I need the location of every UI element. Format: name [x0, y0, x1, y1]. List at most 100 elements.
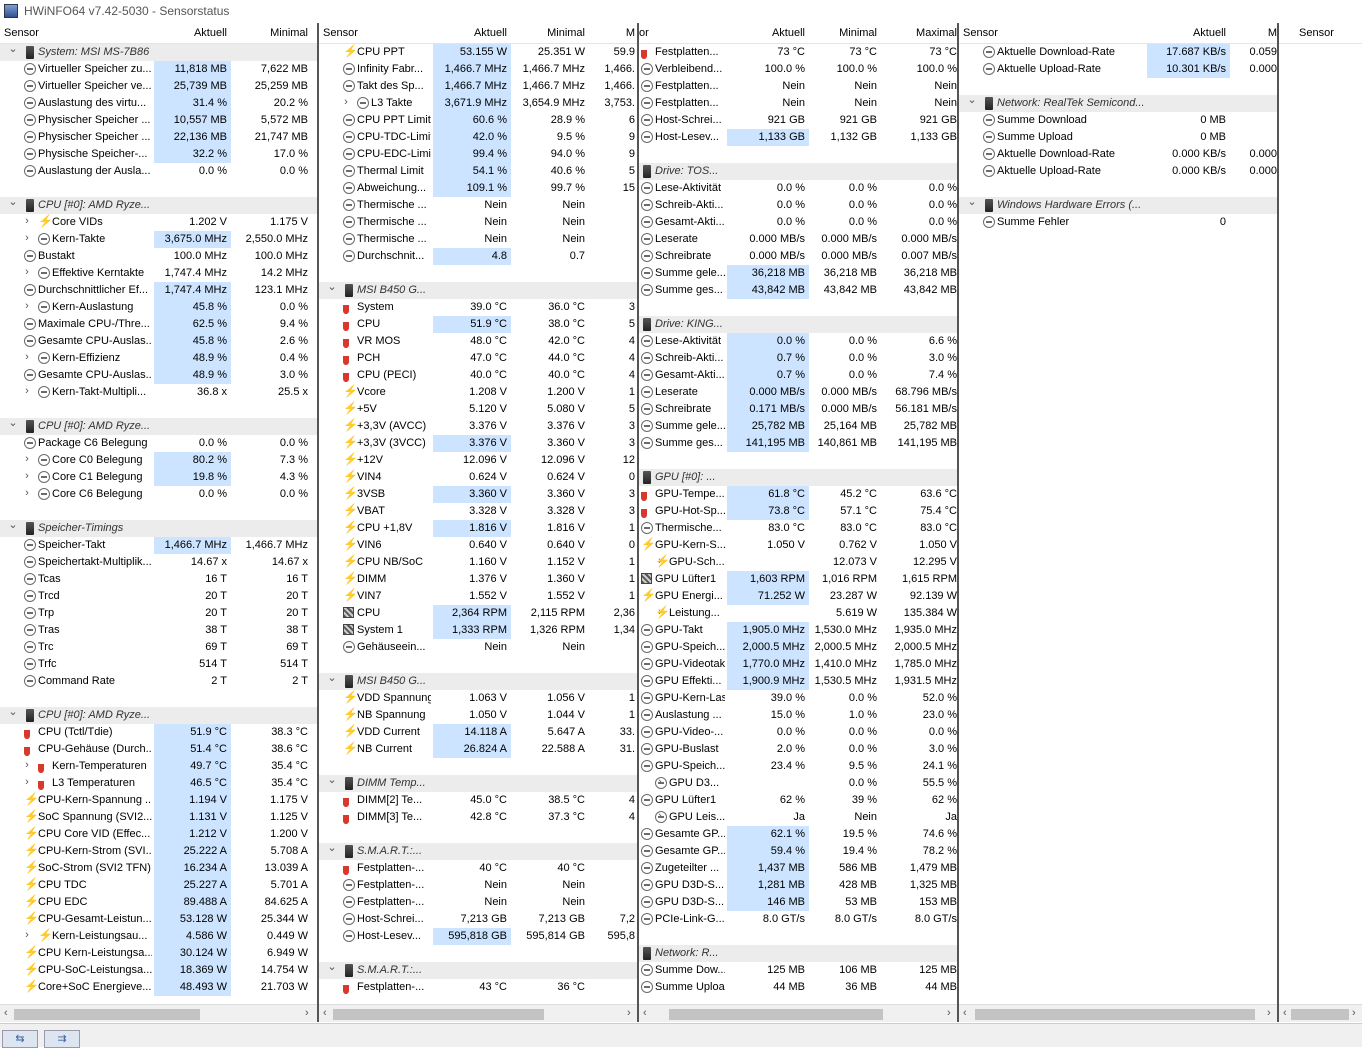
header-sensor[interactable]: or — [639, 27, 649, 39]
sensor-row[interactable]: Abweichung... 109.1 % 99.7 % 15 — [319, 180, 637, 197]
sensor-row[interactable]: › ⚡ GPU-Sch... 12.073 V 12.295 V — [639, 554, 957, 571]
expand-chevron-icon[interactable]: › — [22, 470, 32, 482]
sensor-row[interactable]: Summe Upload 0 MB — [959, 129, 1277, 146]
header-sensor[interactable]: Sensor — [323, 27, 358, 39]
sensor-row[interactable]: PCIe-Link-G... 8.0 GT/s 8.0 GT/s 8.0 GT/s — [639, 911, 957, 928]
scroll-right-arrow-icon[interactable]: › — [947, 1007, 951, 1019]
sensor-row[interactable]: Thermal Limit 54.1 % 40.6 % 5 — [319, 163, 637, 180]
sensor-row[interactable]: Summe Download 0 MB — [959, 112, 1277, 129]
sensor-row[interactable]: Host-Schrei... 7,213 GB 7,213 GB 7,2 — [319, 911, 637, 928]
sensor-row[interactable]: Lese-Aktivität 0.0 % 0.0 % 0.0 % — [639, 180, 957, 197]
sensor-row[interactable]: Gesamte CPU-Auslas... 45.8 % 2.6 % — [0, 333, 317, 350]
sensor-row[interactable]: Lese-Aktivität 0.0 % 0.0 % 6.6 % — [639, 333, 957, 350]
sensor-row[interactable]: Festplatten... Nein Nein Nein — [639, 78, 957, 95]
sensor-row[interactable]: › ⚡ Core VIDs 1.202 V 1.175 V — [0, 214, 317, 231]
sensor-group-header[interactable]: ⌄ Speicher-Timings — [0, 518, 317, 537]
sensor-row[interactable]: Aktuelle Upload-Rate 10.301 KB/s 0.000 — [959, 61, 1277, 78]
sensor-row[interactable]: › L3 Takte 3,671.9 MHz 3,654.9 MHz 3,753. — [319, 95, 637, 112]
sensor-row[interactable]: Auslastung ... 15.0 % 1.0 % 23.0 % — [639, 707, 957, 724]
sensor-row[interactable]: › Core C1 Belegung 19.8 % 4.3 % — [0, 469, 317, 486]
sensor-row[interactable]: › Kern-Effizienz 48.9 % 0.4 % — [0, 350, 317, 367]
sensor-row[interactable]: GPU-Kern-Last 39.0 % 0.0 % 52.0 % — [639, 690, 957, 707]
sensor-row[interactable]: Durchschnit... 4.8 0.7 — [319, 248, 637, 265]
sensor-row[interactable]: Schreib-Akti... 0.7 % 0.0 % 3.0 % — [639, 350, 957, 367]
sensor-row[interactable]: Infinity Fabr... 1,466.7 MHz 1,466.7 MHz 1,… — [319, 61, 637, 78]
sensor-group-header[interactable]: ⌄ DIMM Temp... — [319, 774, 637, 792]
horizontal-scrollbar[interactable]: ‹ › — [0, 1004, 317, 1022]
sensor-row[interactable]: Trfc 514 T 514 T — [0, 656, 317, 673]
expand-chevron-icon[interactable]: › — [22, 300, 32, 312]
sensor-row[interactable]: Aktuelle Download-Rate 17.687 KB/s 0.059 — [959, 44, 1277, 61]
sensor-row[interactable]: GPU-Videotakt 1,770.0 MHz 1,410.0 MHz 1,785… — [639, 656, 957, 673]
sensor-row[interactable]: Verbleibend... 100.0 % 100.0 % 100.0 % — [639, 61, 957, 78]
sensor-row[interactable]: PCH 47.0 °C 44.0 °C 4 — [319, 350, 637, 367]
sensor-row[interactable]: GPU-Speich... 23.4 % 9.5 % 24.1 % — [639, 758, 957, 775]
sensor-row[interactable]: Summe Upload 44 MB 36 MB 44 MB — [639, 979, 957, 996]
expand-chevron-icon[interactable]: › — [341, 96, 351, 108]
sensor-row[interactable]: Gesamt-Akti... 0.7 % 0.0 % 7.4 % — [639, 367, 957, 384]
sensor-row[interactable]: GPU-Video-... 0.0 % 0.0 % 0.0 % — [639, 724, 957, 741]
sensor-row[interactable]: Physischer Speicher ... 10,557 MB 5,572 MB — [0, 112, 317, 129]
sensor-row[interactable]: ⚡ CPU-Kern-Strom (SVI... 25.222 A 5.708 A — [0, 843, 317, 860]
scrollbar-thumb[interactable] — [14, 1009, 200, 1020]
sensor-group-header[interactable]: ⌄ S.M.A.R.T.:... — [319, 842, 637, 860]
collapse-chevron-icon[interactable]: ⌄ — [8, 416, 18, 429]
sensor-row[interactable]: Summe gele... 36,218 MB 36,218 MB 36,218 MB — [639, 265, 957, 282]
collapse-chevron-icon[interactable]: ⌄ — [8, 518, 18, 531]
sensor-row[interactable]: GPU-Hot-Sp... 73.8 °C 57.1 °C 75.4 °C — [639, 503, 957, 520]
sensor-row[interactable]: Gesamt-Akti... 0.0 % 0.0 % 0.0 % — [639, 214, 957, 231]
sensor-row[interactable]: CPU-EDC-Limit 99.4 % 94.0 % 9 — [319, 146, 637, 163]
sensor-row[interactable]: Package C6 Belegung 0.0 % 0.0 % — [0, 435, 317, 452]
sensor-row[interactable]: Summe ges... 43,842 MB 43,842 MB 43,842 MB — [639, 282, 957, 299]
sensor-row[interactable]: Physischer Speicher ... 22,136 MB 21,747 M… — [0, 129, 317, 146]
sensor-row[interactable]: Schreib-Akti... 0.0 % 0.0 % 0.0 % — [639, 197, 957, 214]
expand-chevron-icon[interactable]: › — [22, 776, 32, 788]
sensor-row[interactable]: Tras 38 T 38 T — [0, 622, 317, 639]
sensor-row[interactable]: CPU 2,364 RPM 2,115 RPM 2,36 — [319, 605, 637, 622]
sensor-row[interactable]: Takt des Sp... 1,466.7 MHz 1,466.7 MHz 1,46… — [319, 78, 637, 95]
sensor-row[interactable]: ⚡ CPU-Kern-Spannung ... 1.194 V 1.175 V — [0, 792, 317, 809]
sensor-row[interactable]: ⚡ DIMM 1.376 V 1.360 V 1 — [319, 571, 637, 588]
sensor-row[interactable]: DIMM[2] Te... 45.0 °C 38.5 °C 4 — [319, 792, 637, 809]
scroll-left-arrow-icon[interactable]: ‹ — [643, 1007, 647, 1019]
sensor-row[interactable]: ⚡ Core+SoC Energieve... 48.493 W 21.703 W — [0, 979, 317, 996]
sensor-row[interactable]: ⚡ CPU Kern-Leistungsa... 30.124 W 6.949 W — [0, 945, 317, 962]
expand-chevron-icon[interactable]: › — [22, 929, 32, 941]
sensor-row[interactable]: ⚡ VDD Current 14.118 A 5.647 A 33. — [319, 724, 637, 741]
sensor-row[interactable]: Durchschnittlicher Ef... 1,747.4 MHz 123.1… — [0, 282, 317, 299]
expand-chevron-icon[interactable]: › — [22, 453, 32, 465]
header-max[interactable]: M — [589, 27, 635, 39]
horizontal-scrollbar[interactable]: ‹ › — [639, 1004, 957, 1022]
sensor-row[interactable]: ⚡ NB Current 26.824 A 22.588 A 31. — [319, 741, 637, 758]
sensor-row[interactable]: ⚡ 3VSB 3.360 V 3.360 V 3 — [319, 486, 637, 503]
expand-chevron-icon[interactable]: › — [22, 487, 32, 499]
scroll-right-arrow-icon[interactable]: › — [1352, 1007, 1356, 1019]
collapse-chevron-icon[interactable]: ⌄ — [327, 280, 337, 293]
sensor-group-header[interactable]: ⌄ CPU [#0]: AMD Ryze... — [0, 196, 317, 214]
sensor-group-header[interactable]: ⌄ Network: RealTek Semicond... — [959, 94, 1277, 112]
header-min[interactable]: Minimal — [511, 27, 585, 39]
sensor-row[interactable]: Festplatten-... 40 °C 40 °C — [319, 860, 637, 877]
sensor-row[interactable]: Festplatten-... 43 °C 36 °C — [319, 979, 637, 996]
collapse-chevron-icon[interactable]: ⌄ — [327, 671, 337, 684]
sensor-row[interactable]: Gesamte GP... 62.1 % 19.5 % 74.6 % — [639, 826, 957, 843]
horizontal-scrollbar[interactable]: ‹ › — [959, 1004, 1277, 1022]
expand-chevron-icon[interactable]: › — [22, 232, 32, 244]
scroll-left-arrow-icon[interactable]: ‹ — [4, 1007, 8, 1019]
sensor-row[interactable]: Schreibrate 0.171 MB/s 0.000 MB/s 56.181 MB… — [639, 401, 957, 418]
sensor-row[interactable]: Auslastung der Ausla... 0.0 % 0.0 % — [0, 163, 317, 180]
sensor-row[interactable]: ⚡ CPU +1,8V 1.816 V 1.816 V 1 — [319, 520, 637, 537]
sensor-group-header[interactable]: ⌄ MSI B450 G... — [319, 671, 637, 690]
header-current[interactable]: Aktuell — [727, 27, 805, 39]
sensor-row[interactable]: Maximale CPU-/Thre... 62.5 % 9.4 % — [0, 316, 317, 333]
sensor-row[interactable]: CPU (Tctl/Tdie) 51.9 °C 38.3 °C — [0, 724, 317, 741]
header-current[interactable]: Aktuell — [1147, 27, 1226, 39]
sensor-row[interactable]: Host-Lesev... 595,818 GB 595,814 GB 595,8 — [319, 928, 637, 945]
sensor-row[interactable]: ⚡ CPU-Gesamt-Leistun... 53.128 W 25.344 W — [0, 911, 317, 928]
sensor-row[interactable]: Command Rate 2 T 2 T — [0, 673, 317, 690]
sensor-row[interactable]: ⚡ SoC-Strom (SVI2 TFN) 16.234 A 13.039 A — [0, 860, 317, 877]
sensor-row[interactable]: CPU-Gehäuse (Durch... 51.4 °C 38.6 °C — [0, 741, 317, 758]
horizontal-scrollbar[interactable]: ‹ › — [319, 1004, 637, 1022]
sensor-row[interactable]: GPU Effekti... 1,900.9 MHz 1,530.5 MHz 1,93… — [639, 673, 957, 690]
sensor-row[interactable]: › Core C6 Belegung 0.0 % 0.0 % — [0, 486, 317, 503]
